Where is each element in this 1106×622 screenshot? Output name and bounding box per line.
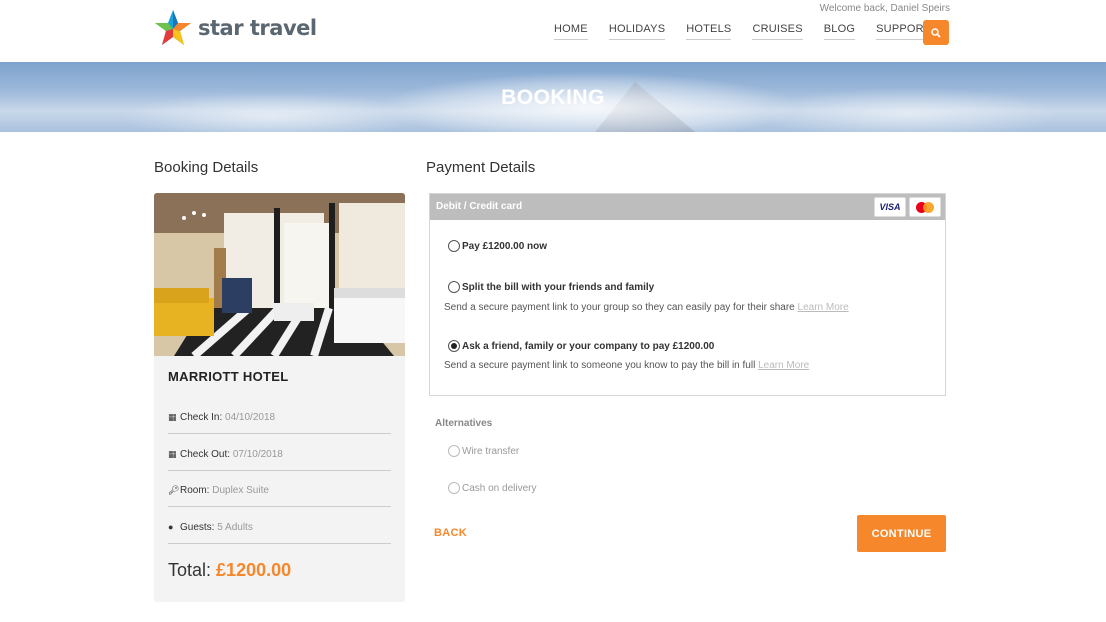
mastercard-logo-icon [909,197,941,217]
star-logo-icon [155,10,191,45]
check-out-label: Check Out: [180,449,231,460]
check-in-row: ▦ Check In: 04/10/2018 [168,412,391,434]
room-row: 🔑︎Room: Duplex Suite [168,485,391,507]
main-nav: HOME HOLIDAYS HOTELS CRUISES BLOG SUPPOR… [554,23,952,40]
payment-method-panel: Debit / Credit card VISA Pay £1200.00 no… [429,193,946,396]
pay-now-label: Pay £1200.00 now [462,240,548,252]
option-pay-now[interactable]: Pay £1200.00 now [448,240,547,252]
option-cash-on-delivery[interactable]: Cash on delivery [448,482,536,494]
alternatives-heading: Alternatives [435,418,493,429]
payment-method-title: Debit / Credit card [436,201,523,212]
total-label: Total: [168,560,212,580]
check-in-label: Check In: [180,412,223,423]
booking-details-heading: Booking Details [154,159,259,176]
calendar-icon: ▦ [168,449,177,459]
booking-card: MARRIOTT HOTEL ▦ Check In: 04/10/2018 ▦ Ch… [154,193,405,602]
page-title: BOOKING [501,86,605,109]
ask-friend-description: Send a secure payment link to someone yo… [444,360,809,371]
ask-friend-label: Ask a friend, family or your company to … [462,340,715,352]
check-in-value: 04/10/2018 [225,412,276,423]
split-bill-label: Split the bill with your friends and fam… [462,281,655,293]
guests-label: Guests: [180,522,215,533]
brand-name: star travel [198,16,317,40]
option-split-bill[interactable]: Split the bill with your friends and fam… [448,281,654,293]
search-button[interactable] [923,20,949,45]
option-ask-friend[interactable]: Ask a friend, family or your company to … [448,340,714,352]
brand-logo[interactable]: star travel [154,9,317,47]
nav-blog[interactable]: BLOG [823,23,856,40]
option-wire-transfer[interactable]: Wire transfer [448,445,519,457]
booking-total: Total: £1200.00 [168,560,291,581]
room-value: Duplex Suite [212,485,269,496]
cash-on-delivery-label: Cash on delivery [462,482,537,494]
user-icon: ● [168,522,174,532]
search-icon [931,27,941,38]
split-bill-description: Send a secure payment link to your group… [444,302,849,313]
nav-cruises[interactable]: CRUISES [752,23,803,40]
ask-friend-sub: Send a secure payment link to someone yo… [444,360,756,371]
wire-transfer-label: Wire transfer [462,445,520,457]
split-bill-learn-more-link[interactable]: Learn More [798,302,849,313]
hotel-name: MARRIOTT HOTEL [168,369,289,384]
visa-logo-icon: VISA [874,197,906,217]
key-icon: 🔑︎ [168,485,180,495]
ask-friend-radio[interactable] [448,340,460,352]
page-banner: BOOKING [0,62,1106,132]
check-out-row: ▦ Check Out: 07/10/2018 [168,449,391,471]
continue-button[interactable]: CONTINUE [857,515,946,552]
split-bill-sub: Send a secure payment link to your group… [444,302,795,313]
nav-home[interactable]: HOME [554,23,588,40]
back-button[interactable]: BACK [434,527,467,539]
check-out-value: 07/10/2018 [232,449,283,460]
nav-hotels[interactable]: HOTELS [686,23,732,40]
payment-method-header: Debit / Credit card VISA [430,194,945,220]
ask-friend-learn-more-link[interactable]: Learn More [758,360,809,371]
guests-row: ● Guests: 5 Adults [168,522,391,544]
guests-value: 5 Adults [217,522,253,533]
wire-transfer-radio[interactable] [448,445,460,457]
welcome-message: Welcome back, Daniel Speirs [819,3,950,14]
split-bill-radio[interactable] [448,281,460,293]
calendar-icon: ▦ [168,412,177,422]
total-amount: £1200.00 [216,560,292,580]
cash-on-delivery-radio[interactable] [448,482,460,494]
nav-holidays[interactable]: HOLIDAYS [608,23,666,40]
payment-details-heading: Payment Details [426,159,536,176]
pay-now-radio[interactable] [448,240,460,252]
site-header: star travel Welcome back, Daniel Speirs … [0,0,1106,62]
room-label: Room: [180,485,210,496]
hotel-room-image [154,193,405,356]
